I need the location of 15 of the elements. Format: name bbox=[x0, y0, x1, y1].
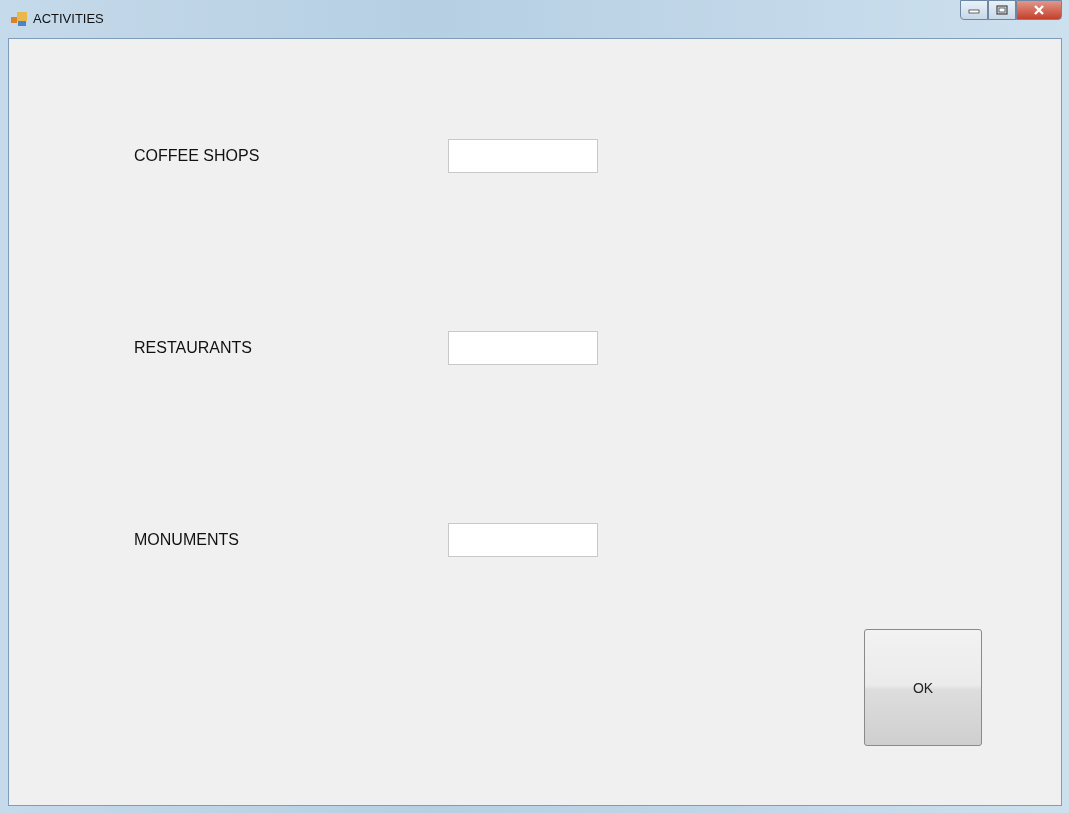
minimize-icon bbox=[968, 6, 980, 14]
field-label: COFFEE SHOPS bbox=[134, 147, 261, 165]
maximize-icon bbox=[996, 5, 1008, 15]
ok-button[interactable]: OK bbox=[864, 629, 982, 746]
maximize-button[interactable] bbox=[988, 0, 1016, 20]
text-field[interactable] bbox=[448, 139, 598, 173]
close-icon bbox=[1033, 5, 1045, 15]
field-label: MONUMENTS bbox=[134, 531, 240, 549]
app-icon bbox=[11, 11, 27, 26]
field-label: RESTAURANTS bbox=[134, 339, 253, 357]
text-field[interactable] bbox=[448, 331, 598, 365]
close-button[interactable] bbox=[1016, 0, 1062, 20]
window-title: ACTIVITIES bbox=[33, 11, 104, 26]
minimize-button[interactable] bbox=[960, 0, 988, 20]
text-field[interactable] bbox=[448, 523, 598, 557]
